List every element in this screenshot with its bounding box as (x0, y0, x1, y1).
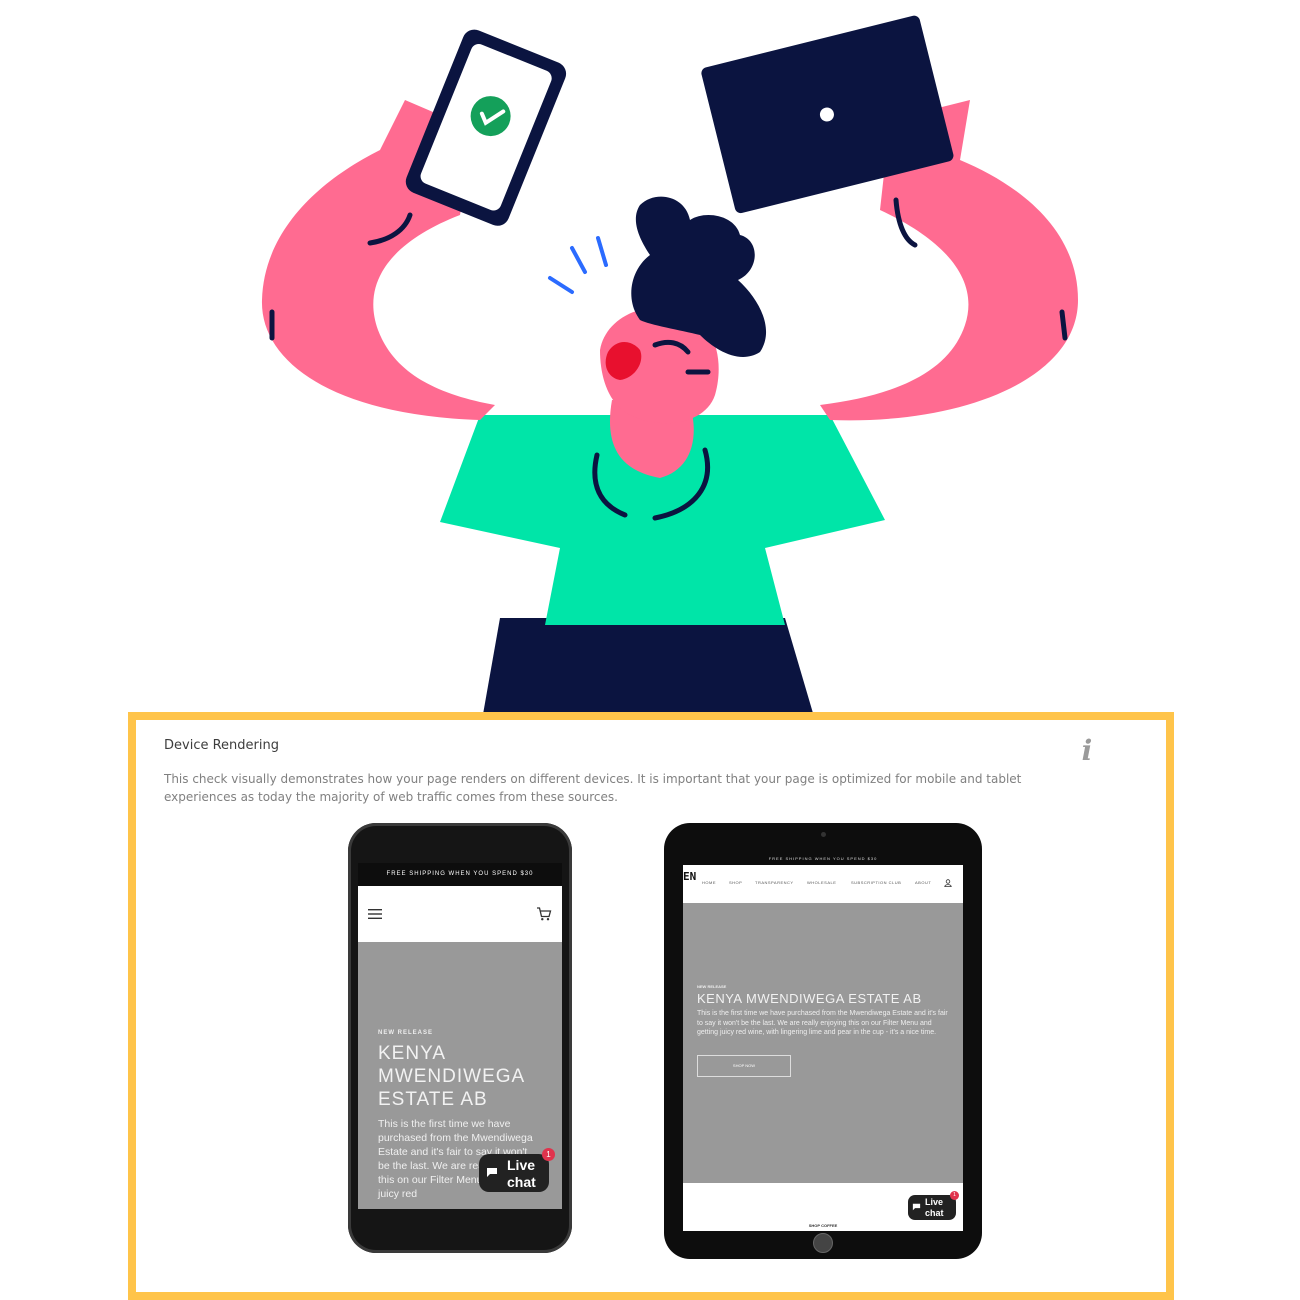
card-description: This check visually demonstrates how you… (164, 772, 1022, 804)
tablet-nav-wholesale: WHOLESALE (807, 880, 837, 885)
excitement-mark-3 (596, 236, 608, 267)
tablet-shop-coffee-link: SHOP COFFEE (808, 1223, 838, 1228)
phone-chat-badge: 1 (542, 1148, 555, 1161)
tablet-screen: FREE SHIPPING WHEN YOU SPEND $30 EN HOME… (683, 853, 963, 1231)
excitement-mark-2 (570, 246, 587, 274)
chat-bubble-icon (487, 1168, 497, 1177)
tablet-nav-transparency: TRANSPARENCY (755, 880, 794, 885)
phone-shipping-banner: FREE SHIPPING WHEN YOU SPEND $30 (358, 863, 562, 886)
device-rendering-card: Device Rendering i This check visually d… (128, 712, 1174, 1300)
phone-chat-label: Live chat (507, 1157, 536, 1190)
arm-crease-right2 (1059, 309, 1068, 341)
tablet-logo: EN (683, 870, 697, 883)
tablet-hero: NEW RELEASE KENYA MWENDIWEGA ESTATE AB T… (683, 903, 963, 1183)
phone-hero-title: KENYA MWENDIWEGA ESTATE AB (378, 1043, 525, 1110)
tablet-shop-now-button: SHOP NOW (697, 1055, 791, 1077)
phone-screen: FREE SHIPPING WHEN YOU SPEND $30 NEW REL… (358, 863, 562, 1209)
tablet-camera (821, 832, 826, 837)
tablet-chat-label: Live chat (925, 1197, 944, 1218)
tablet-nav-shop: SHOP (729, 880, 743, 885)
tablet-nav-bar: EN HOME SHOP TRANSPARENCY WHOLESALE SUBS… (683, 865, 963, 903)
info-icon[interactable]: i (1076, 734, 1098, 768)
tablet-footer-strip: SHOP COFFEE Live chat 1 (683, 1183, 963, 1231)
tablet-nav-subscription: SUBSCRIPTION CLUB (851, 880, 902, 885)
tablet-hero-eyebrow: NEW RELEASE (697, 984, 727, 989)
pants-shape (482, 618, 815, 720)
phone-hero: NEW RELEASE KENYA MWENDIWEGA ESTATE AB T… (358, 942, 562, 1209)
excitement-mark-1 (548, 276, 574, 294)
phone-mockup: FREE SHIPPING WHEN YOU SPEND $30 NEW REL… (348, 823, 572, 1253)
tablet-hero-body: This is the first time we have purchased… (697, 1010, 948, 1036)
phone-hero-eyebrow: NEW RELEASE (378, 1030, 434, 1036)
tablet-home-button (813, 1233, 833, 1253)
tablet-chat-badge: 1 (950, 1191, 959, 1200)
tablet-live-chat-button: Live chat 1 (908, 1191, 959, 1220)
tablet-hero-title: KENYA MWENDIWEGA ESTATE AB (697, 991, 922, 1006)
cart-icon (537, 907, 552, 921)
hero-illustration (261, 15, 1078, 720)
tablet-nav-home: HOME (702, 880, 716, 885)
tablet-shipping-banner: FREE SHIPPING WHEN YOU SPEND $30 (768, 856, 878, 861)
chat-bubble-icon (912, 1203, 921, 1211)
user-icon (944, 879, 952, 887)
phone-live-chat-button: Live chat 1 (479, 1148, 555, 1192)
hamburger-menu-icon (368, 909, 382, 919)
card-title: Device Rendering (164, 738, 279, 753)
phone-nav-bar (358, 886, 562, 942)
tablet-nav-about: ABOUT (915, 880, 932, 885)
tablet-mockup: FREE SHIPPING WHEN YOU SPEND $30 EN HOME… (664, 823, 982, 1259)
